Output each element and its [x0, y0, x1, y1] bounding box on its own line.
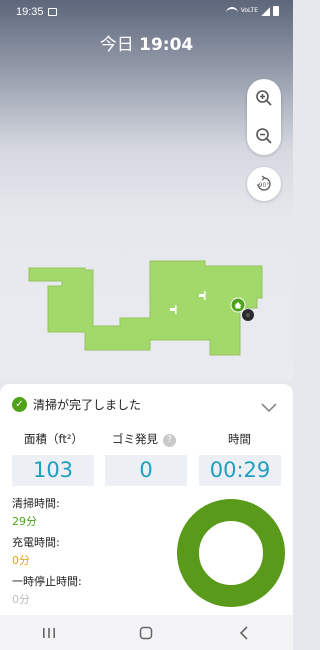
status-text: 清掃が完了しました — [33, 398, 142, 412]
zoom-out-icon — [256, 128, 272, 144]
volte-label: VoLTE — [240, 7, 258, 14]
cleaning-time-header: 今日 19:04 — [0, 30, 293, 55]
time-breakdown-donut — [177, 499, 285, 607]
pause-time-value: 0分 — [12, 593, 30, 606]
help-icon[interactable]: ? — [163, 434, 176, 447]
debris-label-group: ゴミ発見? — [112, 431, 176, 447]
pause-time-label: 一時停止時間: — [12, 575, 82, 588]
rotate-label: 90° — [259, 182, 270, 189]
recent-apps-button[interactable] — [29, 618, 69, 648]
zoom-out-button[interactable] — [247, 117, 281, 155]
wifi-icon — [225, 6, 238, 16]
collapse-button[interactable] — [261, 398, 277, 417]
map-marker — [204, 291, 206, 300]
charge-time-label: 充電時間: — [12, 536, 60, 549]
cleaning-map[interactable] — [0, 250, 293, 360]
status-row: ✓ 清掃が完了しました — [12, 396, 141, 413]
battery-icon — [273, 6, 279, 16]
gallery-notification-icon — [48, 8, 57, 16]
rotate-icon: 90° — [257, 175, 271, 191]
zoom-controls — [247, 79, 281, 155]
clean-time-value: 29分 — [12, 515, 37, 528]
home-icon — [140, 626, 153, 639]
debris-value: 0 — [105, 455, 187, 486]
clean-time-label: 清掃時間: — [12, 497, 60, 510]
signal-icon — [261, 6, 270, 16]
map-marker — [199, 294, 204, 297]
status-time: 19:35 — [16, 6, 44, 18]
time-label: 時間 — [228, 432, 251, 446]
header-day: 今日 — [99, 35, 134, 55]
zoom-in-button[interactable] — [247, 79, 281, 117]
charge-time-value: 0分 — [12, 554, 30, 567]
rotate-map-button[interactable]: 90° — [247, 167, 281, 201]
back-button[interactable] — [224, 618, 264, 648]
area-label: 面積（ft²） — [24, 432, 83, 446]
map-marker — [175, 305, 177, 314]
debris-label: ゴミ発見 — [112, 432, 158, 446]
status-bar: 19:35 VoLTE — [0, 0, 293, 24]
recent-apps-icon — [42, 627, 55, 638]
map-marker — [170, 308, 175, 311]
zoom-in-icon — [256, 90, 272, 106]
chevron-down-icon — [261, 403, 277, 413]
area-value: 103 — [12, 455, 94, 486]
time-value: 00:29 — [199, 455, 281, 486]
home-button[interactable] — [126, 618, 166, 648]
cleaned-area — [28, 260, 263, 356]
back-icon — [240, 625, 248, 640]
check-icon: ✓ — [12, 397, 27, 412]
system-nav-bar — [0, 615, 293, 650]
status-icons: VoLTE — [225, 6, 279, 16]
header-time: 19:04 — [139, 35, 194, 55]
